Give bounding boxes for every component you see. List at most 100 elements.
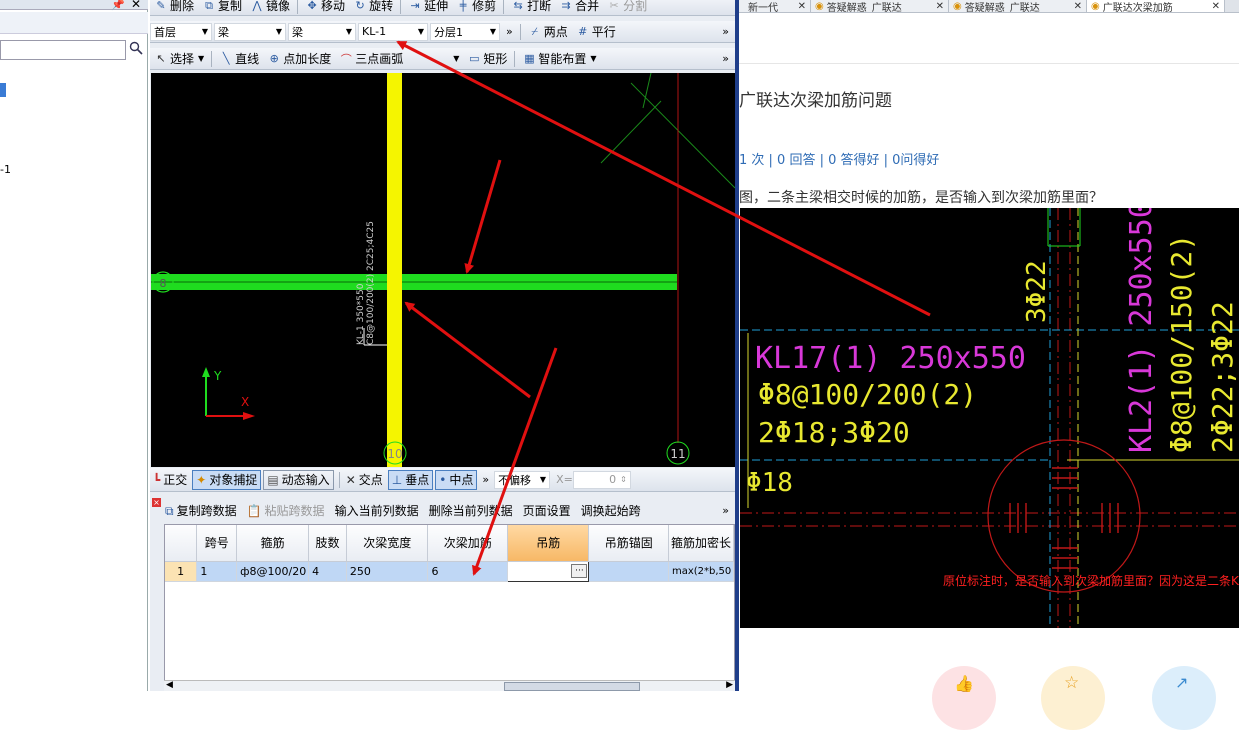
column-header[interactable]: 跨号 [196,525,238,562]
component-subtype-select[interactable]: 梁 ▼ [288,22,356,41]
point-add-length-button[interactable]: ⊕ 点加长度 [263,49,335,69]
ellipsis-button[interactable]: ··· [571,563,588,578]
two-points-button[interactable]: ⌿ 两点 [524,22,572,42]
question-stats[interactable]: 1 次 | 0 回答 | 0 答得好 | 0问得好 [739,149,939,168]
like-button[interactable]: 👍 [932,666,996,730]
toolbar-overflow[interactable]: » [722,504,735,517]
rect-button[interactable]: ▭ 矩形 [463,49,511,69]
split-button[interactable]: ✂ 分割 [603,0,651,15]
copy-button[interactable]: ⧉ 复制 [198,0,246,15]
browser-tab-active[interactable]: ◉ 广联达次梁加筋 ✕ [1087,0,1225,12]
close-icon[interactable]: ✕ [1212,1,1220,12]
component-subtype-value: 梁 [292,25,303,39]
trim-button[interactable]: ╪ 修剪 [452,0,500,15]
table-cell[interactable]: 4 [308,561,347,582]
browser-tab[interactable]: _新一代 ✕ [739,0,811,12]
table-cell[interactable]: max(2*b,50 [668,561,735,582]
column-header[interactable]: 次梁宽度 [346,525,429,562]
tree-item[interactable]: -1 [0,163,11,176]
parallel-button[interactable]: # 平行 [572,22,620,42]
search-input[interactable] [0,40,126,60]
select-button[interactable]: ↖ 选择 ▼ [150,49,208,69]
intersection-toggle[interactable]: ✕ 交点 [343,470,386,490]
adjust-start-span-button[interactable]: 调换起始跨 [576,502,646,519]
yellow-beam[interactable] [387,73,402,467]
separator [297,0,299,14]
perpendicular-toggle[interactable]: ⊥ 垂点 [387,469,434,490]
move-button[interactable]: ✥ 移动 [301,0,349,15]
scroll-right-icon[interactable]: ▶ [726,680,733,690]
midpoint-toggle[interactable]: • 中点 [435,469,478,490]
horizontal-scrollbar[interactable]: ◀ ▶ [164,680,735,691]
delete-current-column-button[interactable]: 删除当前列数据 [424,502,518,519]
smart-layout-button[interactable]: ▦ 智能布置 ▼ [518,49,600,69]
scrollbar-thumb[interactable] [504,682,640,691]
close-icon[interactable]: ✕ [1074,1,1082,12]
favicon-icon: ◉ [815,1,824,12]
question-description: 图，二条主梁相交时候的加筋，是否输入到次梁加筋里面？ [739,190,1103,206]
column-header-selected[interactable]: 吊筋 [507,525,590,562]
layer-select[interactable]: 分层1 ▼ [430,22,500,41]
component-name-select[interactable]: KL-1 ▼ [358,22,428,41]
table-cell[interactable]: 6 [427,561,508,582]
pin-icon[interactable]: 📌 [111,0,125,11]
merge-button[interactable]: ⇉ 合并 [555,0,603,15]
toolbar-overflow[interactable]: » [722,25,735,38]
three-point-arc-button[interactable]: ⌒ 三点画弧 ▼ [335,49,463,69]
hanger-cell-editing[interactable]: ··· [506,560,590,582]
scroll-left-icon[interactable]: ◀ [166,680,173,690]
column-header[interactable]: 箍筋 [236,525,310,562]
table-cell[interactable]: 250 [346,561,429,582]
rotate-button[interactable]: ↻ 旋转 [349,0,397,15]
toolbar-overflow[interactable]: » [479,470,492,490]
search-icon[interactable] [127,41,145,59]
copy-span-data-button[interactable]: ⧉ 复制跨数据 [160,502,242,519]
span-data-grid[interactable]: 跨号 箍筋 肢数 次梁宽度 次梁加筋 吊筋 吊筋锚固 箍筋加密长 1 1 ф8@… [164,524,735,682]
tab-title: 答疑解惑_广联达 [964,3,1040,13]
toolbar-overflow[interactable]: » [502,22,517,42]
line-button[interactable]: ╲ 直线 [215,49,263,69]
left-panel-titlebar [0,0,148,10]
browser-tab[interactable]: ◉ 答疑解惑_广联达 ✕ [949,0,1087,13]
separator [400,0,402,14]
close-icon[interactable]: ✕ [936,1,944,12]
copy-icon: ⧉ [205,0,213,12]
offset-mode-select[interactable]: 不偏移 ▼ [494,470,551,489]
extend-button[interactable]: ⇥ 延伸 [404,0,452,15]
x-coordinate-input[interactable]: 0 ⇕ [572,470,631,489]
rotate-icon: ↻ [355,0,365,12]
column-header[interactable]: 次梁加筋 [427,525,508,562]
ortho-toggle[interactable]: ┗ 正交 [150,470,190,490]
share-button[interactable]: ↗ [1152,666,1216,730]
floor-select[interactable]: 首层 ▼ [150,22,212,41]
close-icon[interactable]: ✕ [131,0,141,11]
column-header[interactable]: 肢数 [308,525,347,562]
mirror-button[interactable]: ⋀ 镜像 [246,0,294,15]
delete-button[interactable]: ✎ 删除 [150,0,198,15]
table-cell[interactable]: ф8@100/20 [236,561,310,582]
input-current-column-button[interactable]: 输入当前列数据 [330,502,424,519]
column-header[interactable]: 吊筋锚固 [588,525,669,562]
toolbar-overflow[interactable]: » [722,52,735,65]
favorite-button[interactable]: ☆ [1041,666,1105,730]
column-header[interactable]: 箍筋加密长 [668,525,735,562]
break-button[interactable]: ⇆ 打断 [507,0,555,15]
component-type-select[interactable]: 梁 ▼ [214,22,286,41]
table-header-row: 跨号 箍筋 肢数 次梁宽度 次梁加筋 吊筋 吊筋锚固 箍筋加密长 [165,525,735,562]
browser-tab[interactable]: ◉ 答疑解惑_广联达 ✕ [811,0,949,12]
table-cell[interactable] [588,561,669,582]
paste-span-data-button[interactable]: 📋 粘贴跨数据 [242,502,330,519]
perpendicular-label: 垂点 [405,473,430,487]
beam1-label: KL17(1) 250x550 [755,341,1026,376]
page-setup-button[interactable]: 页面设置 [518,502,576,519]
object-snap-toggle[interactable]: ✦ 对象捕捉 [192,469,262,490]
table-cell[interactable]: 1 [196,561,238,582]
drawing-canvas[interactable]: 8 10 11 KL-1 350*550 C8@100/200(2) 2C25;… [151,73,735,467]
row-number[interactable]: 1 [165,561,198,582]
axis-label-8: 8 [160,277,167,290]
table-row[interactable]: 1 1 ф8@100/20 4 250 6 ··· max(2*b,50 [165,560,735,582]
close-icon[interactable]: ✕ [798,1,806,12]
grid-line [642,73,652,109]
tree-selection-marker[interactable] [0,83,6,97]
dynamic-input-toggle[interactable]: ▤ 动态输入 [263,469,334,490]
